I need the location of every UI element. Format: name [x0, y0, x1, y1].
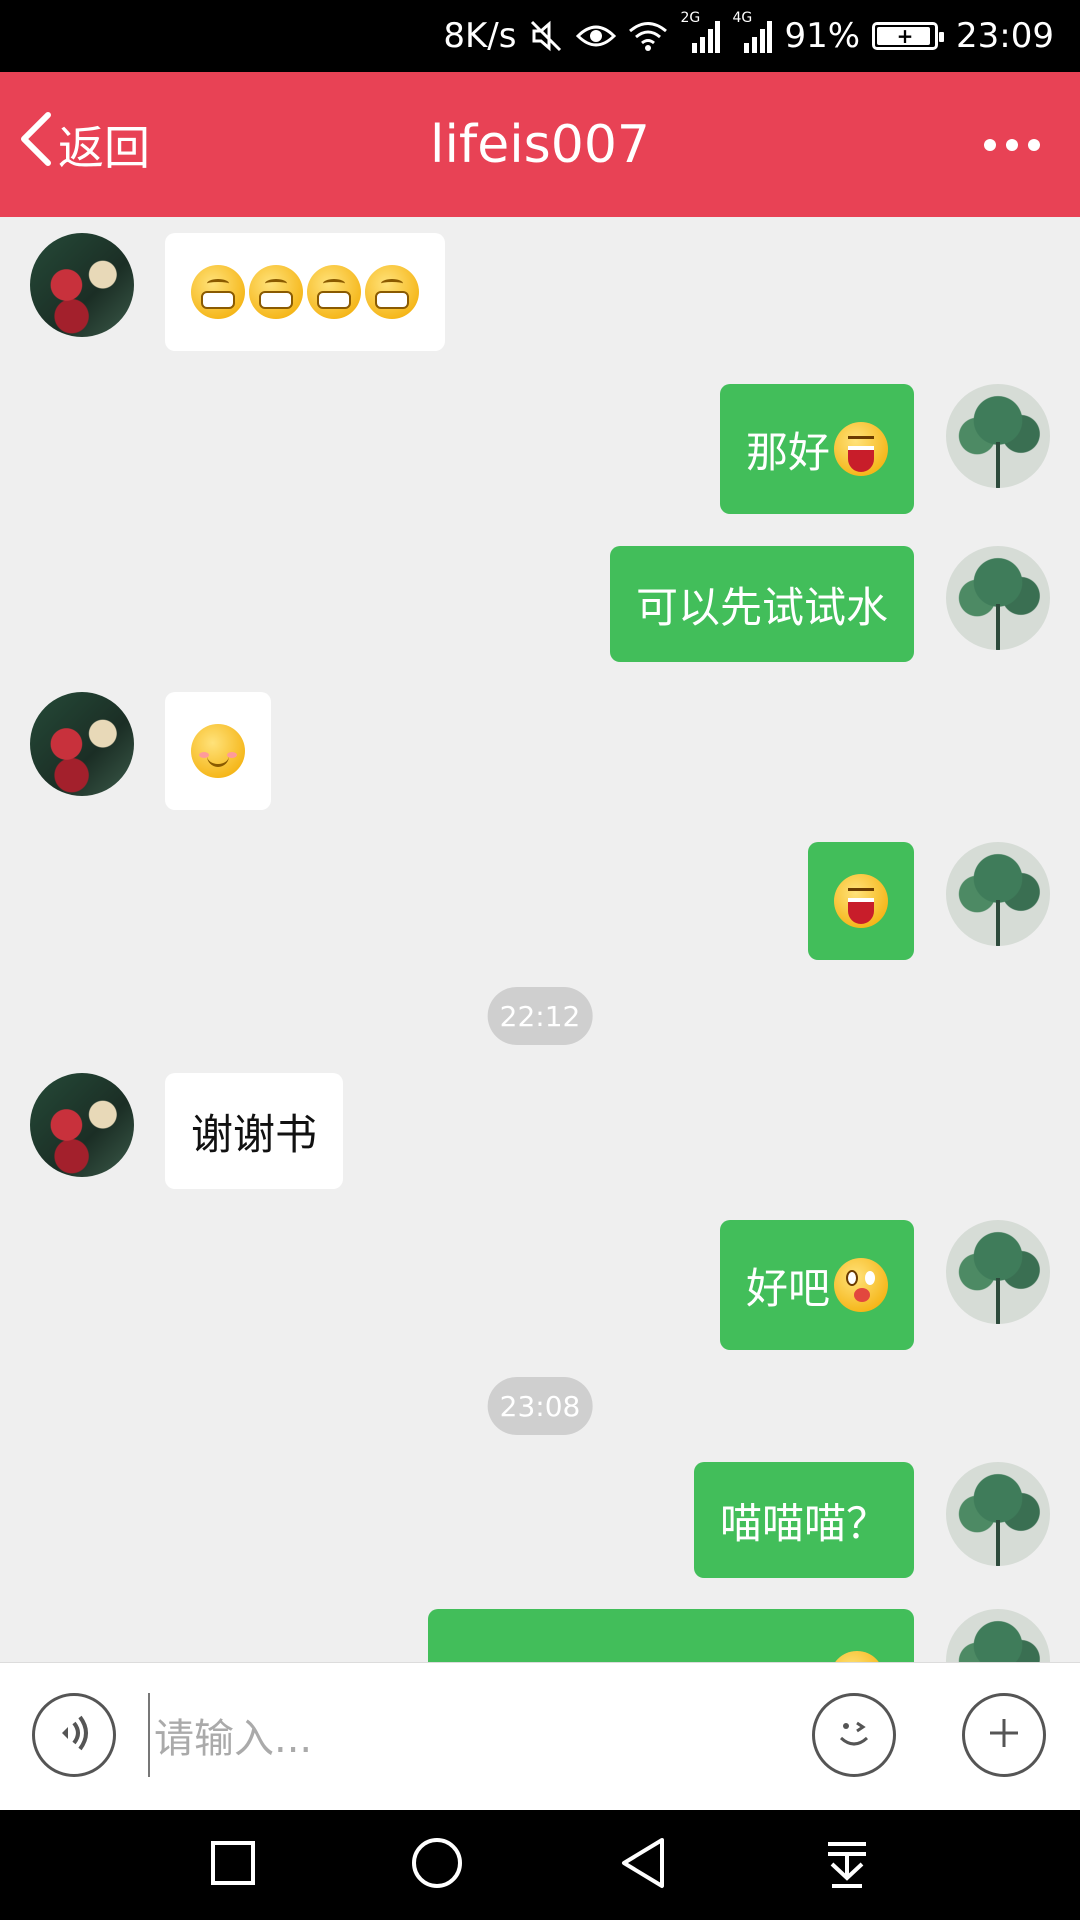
message-list[interactable]: 那好 可以先试试水 22:12 谢谢书 好吧 23:08 喵喵喵？: [0, 217, 1080, 1662]
grin-emoji-icon: [365, 265, 419, 319]
message-bubble-outgoing[interactable]: 好吧: [719, 1220, 914, 1350]
triangle-back-icon: [618, 1836, 668, 1894]
emoji-icon-partial: [830, 1651, 884, 1662]
message-bubble-outgoing[interactable]: [808, 842, 914, 960]
my-avatar[interactable]: [946, 842, 1050, 946]
more-icon-dot: [1028, 138, 1040, 151]
timestamp-divider: 23:08: [487, 1377, 593, 1435]
message-text: 可以先试试水: [635, 582, 888, 632]
plus-icon: [984, 1713, 1024, 1757]
mute-icon: [528, 16, 564, 56]
message-text: 谢谢书: [191, 1109, 318, 1159]
message-bubble-outgoing[interactable]: 可以先试试水: [609, 546, 914, 662]
contact-avatar[interactable]: [30, 233, 134, 337]
message-bubble-outgoing[interactable]: 那好: [719, 384, 914, 514]
voice-icon: [52, 1711, 96, 1759]
contact-avatar[interactable]: [30, 692, 134, 796]
system-nav-bar: [0, 1810, 1080, 1920]
add-button[interactable]: [962, 1693, 1046, 1777]
clock: 23:09: [956, 16, 1054, 56]
battery-icon: +: [872, 22, 945, 50]
my-avatar[interactable]: [946, 1609, 1050, 1662]
wifi-icon: [628, 16, 668, 56]
more-icon-dot: [1006, 138, 1018, 151]
message-text: 好吧: [745, 1263, 830, 1313]
chat-screen: 8K/s 2G 4G 91% + 23:09 返回 lifeis007 那好 可…: [0, 0, 1080, 1920]
chat-title: lifeis007: [430, 114, 650, 175]
emoji-icon: [829, 1708, 879, 1762]
smile-emoji-icon: [191, 724, 245, 778]
circle-icon: [410, 1836, 464, 1894]
eye-icon: [576, 16, 617, 56]
battery-percent: 91%: [784, 16, 861, 56]
timestamp-divider: 22:12: [487, 987, 593, 1045]
recents-button[interactable]: [198, 1830, 268, 1900]
contact-avatar[interactable]: [30, 1073, 134, 1177]
chat-header: 返回 lifeis007: [0, 72, 1080, 217]
notification-pulldown-button[interactable]: [812, 1830, 882, 1900]
laugh-emoji-icon: [834, 422, 888, 476]
emoji-button[interactable]: [812, 1693, 896, 1777]
my-avatar[interactable]: [946, 384, 1050, 488]
input-bar: 请输入...: [0, 1662, 1080, 1810]
my-avatar[interactable]: [946, 1462, 1050, 1566]
message-text: 喵喵喵？: [719, 1498, 888, 1548]
sim2-label: 4G: [732, 10, 753, 26]
more-button[interactable]: [984, 72, 1040, 217]
voice-button[interactable]: [32, 1693, 116, 1777]
message-bubble-incoming[interactable]: [165, 233, 445, 351]
message-input[interactable]: 请输入...: [148, 1693, 778, 1777]
message-text: 那好: [745, 427, 830, 477]
signal-icon: 2G: [680, 10, 721, 56]
more-icon: [984, 138, 996, 151]
home-button[interactable]: [402, 1830, 472, 1900]
grin-emoji-icon: [191, 265, 245, 319]
square-icon: [208, 1838, 258, 1892]
my-avatar[interactable]: [946, 1220, 1050, 1324]
my-avatar[interactable]: [946, 546, 1050, 650]
grin-emoji-icon: [307, 265, 361, 319]
message-bubble-incoming[interactable]: [165, 692, 271, 810]
back-nav-button[interactable]: [608, 1830, 678, 1900]
tongue-emoji-icon: [834, 1258, 888, 1312]
net-speed: 8K/s: [443, 16, 517, 56]
message-bubble-outgoing[interactable]: [428, 1609, 914, 1662]
message-bubble-outgoing[interactable]: 喵喵喵？: [693, 1462, 914, 1578]
message-bubble-incoming[interactable]: 谢谢书: [165, 1073, 344, 1189]
status-bar: 8K/s 2G 4G 91% + 23:09: [0, 0, 1080, 72]
sim1-label: 2G: [680, 10, 701, 26]
grin-emoji-icon: [249, 265, 303, 319]
signal-icon: 4G: [732, 10, 773, 56]
laugh-emoji-icon: [834, 874, 888, 928]
pulldown-icon: [822, 1836, 872, 1894]
